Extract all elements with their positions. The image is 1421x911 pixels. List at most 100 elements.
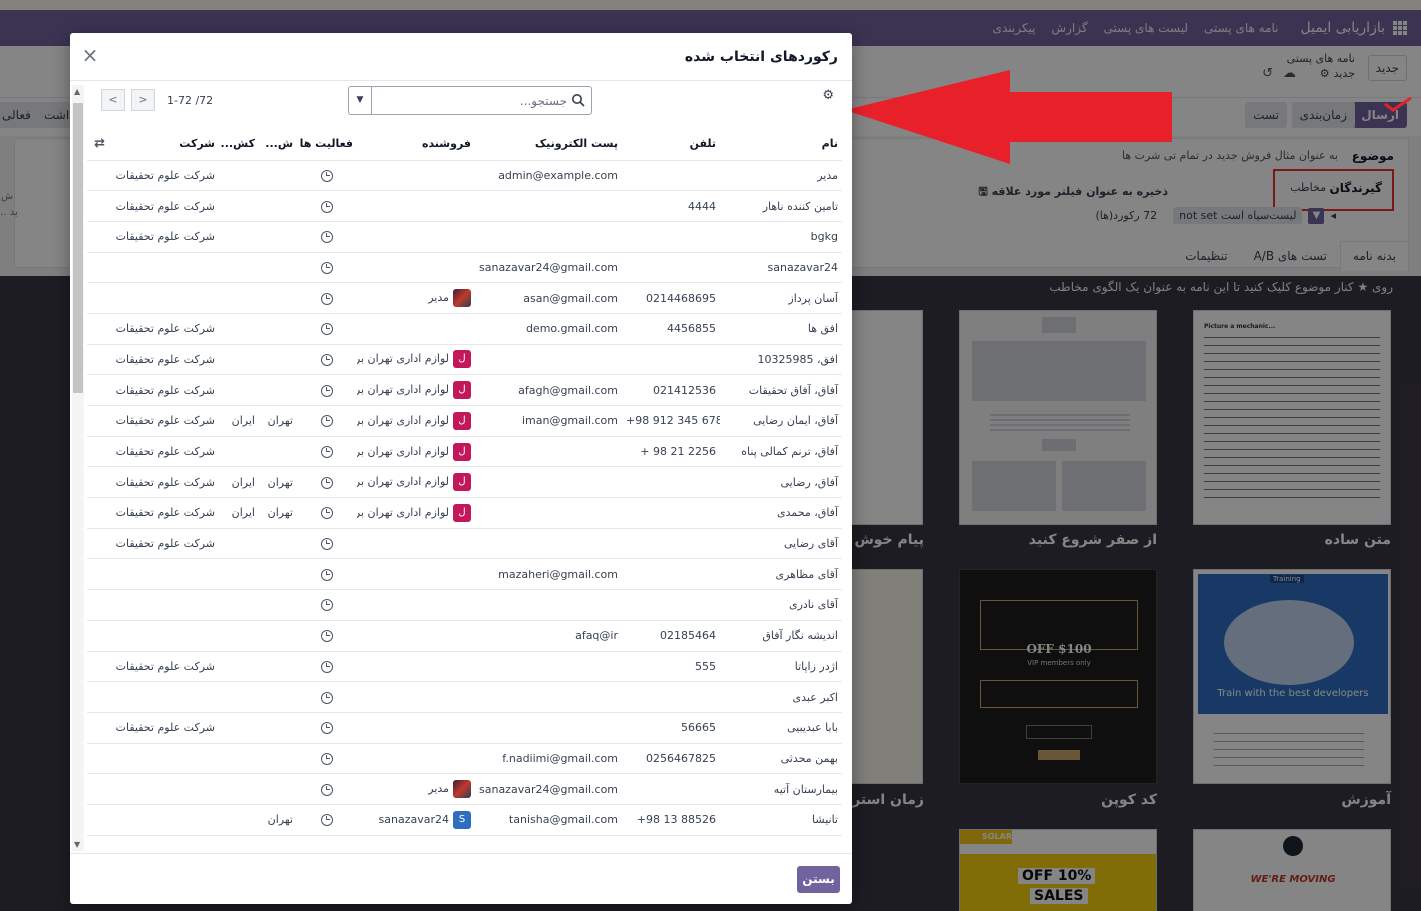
cell-phone[interactable]: +98 912 345 6789 — [622, 405, 720, 437]
cell-activities[interactable] — [297, 313, 357, 345]
cell-phone[interactable] — [622, 773, 720, 805]
table-row[interactable]: آفاق، ایمان رضایی +98 912 345 6789 iman@gm… — [87, 405, 842, 437]
clock-icon[interactable] — [321, 200, 333, 213]
cell-salesperson[interactable] — [357, 712, 475, 744]
table-row[interactable]: بیمارستان آتیه sanazavar24@gmail.com مدیر — [87, 773, 842, 805]
cell-country[interactable] — [219, 773, 259, 805]
cell-state[interactable]: تهران — [259, 466, 297, 499]
cell-phone[interactable]: 021412536 — [622, 374, 720, 406]
clock-icon[interactable] — [321, 752, 333, 765]
cell-phone[interactable] — [622, 558, 720, 591]
cell-email[interactable]: demo.gmail.com — [475, 313, 622, 345]
cell-name[interactable]: آفاق، محمدی — [720, 497, 842, 529]
cell-name[interactable]: آقای رضایی — [720, 528, 842, 560]
clock-icon[interactable] — [321, 538, 333, 551]
col-company[interactable]: شرکت — [109, 128, 219, 161]
cell-phone[interactable]: 0214468695 — [622, 282, 720, 314]
clock-icon[interactable] — [321, 691, 333, 704]
clock-icon[interactable] — [321, 353, 333, 366]
cell-email[interactable] — [475, 651, 622, 683]
cell-state[interactable]: تهران — [259, 497, 297, 529]
cell-country[interactable] — [219, 282, 259, 314]
cell-activities[interactable] — [297, 160, 357, 192]
col-state[interactable]: ش... — [259, 128, 297, 161]
cell-state[interactable] — [259, 374, 297, 406]
table-row[interactable]: sanazavar24 sanazavar24@gmail.com — [87, 252, 842, 284]
cell-salesperson[interactable] — [357, 221, 475, 253]
cell-company[interactable]: شرکت علوم تحقیقات — [109, 374, 219, 406]
cell-name[interactable]: sanazavar24 — [720, 252, 842, 284]
cell-name[interactable]: آفاق، رضایی — [720, 466, 842, 499]
clock-icon[interactable] — [321, 599, 333, 612]
cell-activities[interactable] — [297, 405, 357, 437]
cell-country[interactable] — [219, 252, 259, 284]
cell-activities[interactable] — [297, 620, 357, 652]
clock-icon[interactable] — [321, 261, 333, 274]
cell-email[interactable] — [475, 436, 622, 468]
cell-name[interactable]: آقای نادری — [720, 589, 842, 621]
cell-name[interactable]: اژدر زاپاتا — [720, 651, 842, 683]
cell-activities[interactable] — [297, 282, 357, 314]
cell-salesperson[interactable]: مدیر — [357, 282, 475, 314]
cell-salesperson[interactable]: مدیر — [357, 773, 475, 805]
cell-state[interactable] — [259, 160, 297, 192]
col-country[interactable]: کش... — [219, 128, 259, 161]
cell-name[interactable]: آفاق، ترنم کمالی پناه — [720, 436, 842, 468]
cell-country[interactable] — [219, 620, 259, 652]
cell-email[interactable] — [475, 497, 622, 529]
cell-state[interactable] — [259, 558, 297, 591]
cell-company[interactable]: شرکت علوم تحقیقات — [109, 221, 219, 253]
cell-salesperson[interactable]: ل لوازم اداری تهران برتر — [357, 466, 475, 499]
cell-country[interactable] — [219, 160, 259, 192]
cell-country[interactable] — [219, 374, 259, 406]
cell-activities[interactable] — [297, 436, 357, 468]
clock-icon[interactable] — [321, 630, 333, 643]
cell-country[interactable] — [219, 190, 259, 222]
cell-company[interactable]: شرکت علوم تحقیقات — [109, 344, 219, 376]
cell-email[interactable] — [475, 221, 622, 253]
cell-salesperson[interactable] — [357, 160, 475, 192]
cell-country[interactable] — [219, 436, 259, 468]
cell-activities[interactable] — [297, 252, 357, 284]
cell-email[interactable] — [475, 712, 622, 744]
col-phone[interactable]: تلفن — [622, 128, 720, 161]
cell-company[interactable]: شرکت علوم تحقیقات — [109, 651, 219, 683]
cell-company[interactable]: شرکت علوم تحقیقات — [109, 712, 219, 744]
cell-email[interactable]: f.nadiimi@gmail.com — [475, 743, 622, 775]
cell-salesperson[interactable] — [357, 681, 475, 713]
gear-icon[interactable]: ⚙ — [822, 88, 834, 103]
cell-salesperson[interactable] — [357, 313, 475, 345]
cell-phone[interactable] — [622, 589, 720, 621]
cell-state[interactable] — [259, 620, 297, 652]
cell-state[interactable] — [259, 221, 297, 253]
table-row[interactable]: بابا عبدیبیی 56665 شرکت علوم تحقیقات — [87, 712, 842, 744]
cell-country[interactable] — [219, 313, 259, 345]
cell-state[interactable] — [259, 589, 297, 621]
clock-icon[interactable] — [321, 323, 333, 336]
cell-country[interactable] — [219, 558, 259, 591]
table-row[interactable]: bgkg شرکت علوم تحقیقات — [87, 221, 842, 253]
col-name[interactable]: نام — [720, 128, 842, 161]
cell-company[interactable]: شرکت علوم تحقیقات — [109, 160, 219, 192]
scroll-thumb[interactable] — [73, 103, 83, 393]
cell-activities[interactable] — [297, 374, 357, 406]
table-row[interactable]: آقای رضایی شرکت علوم تحقیقات — [87, 528, 842, 560]
cell-company[interactable]: شرکت علوم تحقیقات — [109, 528, 219, 560]
cell-activities[interactable] — [297, 773, 357, 805]
table-row[interactable]: اژدر زاپاتا 555 شرکت علوم تحقیقات — [87, 651, 842, 683]
cell-company[interactable] — [109, 252, 219, 284]
cell-phone[interactable] — [622, 344, 720, 376]
cell-country[interactable] — [219, 681, 259, 713]
cell-email[interactable]: afagh@gmail.com — [475, 374, 622, 406]
table-row[interactable]: افق ها 4456855 demo.gmail.com شرکت علوم تحق… — [87, 313, 842, 345]
cell-name[interactable]: اندیشه نگار آفاق — [720, 620, 842, 652]
table-row[interactable]: اکبر عبدی — [87, 681, 842, 713]
clock-icon[interactable] — [321, 384, 333, 397]
cell-salesperson[interactable] — [357, 252, 475, 284]
search-options-toggle[interactable]: ▼ — [349, 87, 372, 114]
col-email[interactable]: پست الکترونیک — [475, 128, 622, 161]
cell-activities[interactable] — [297, 466, 357, 499]
cell-company[interactable] — [109, 620, 219, 652]
clock-icon[interactable] — [321, 476, 333, 489]
cell-name[interactable]: بیمارستان آتیه — [720, 773, 842, 805]
